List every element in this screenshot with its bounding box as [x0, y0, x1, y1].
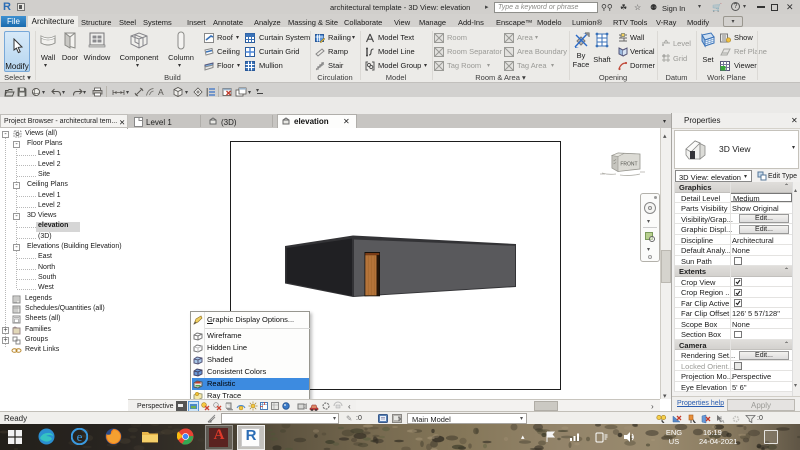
svg-text:FRONT: FRONT [620, 162, 637, 168]
svg-text:e: e [77, 429, 83, 444]
